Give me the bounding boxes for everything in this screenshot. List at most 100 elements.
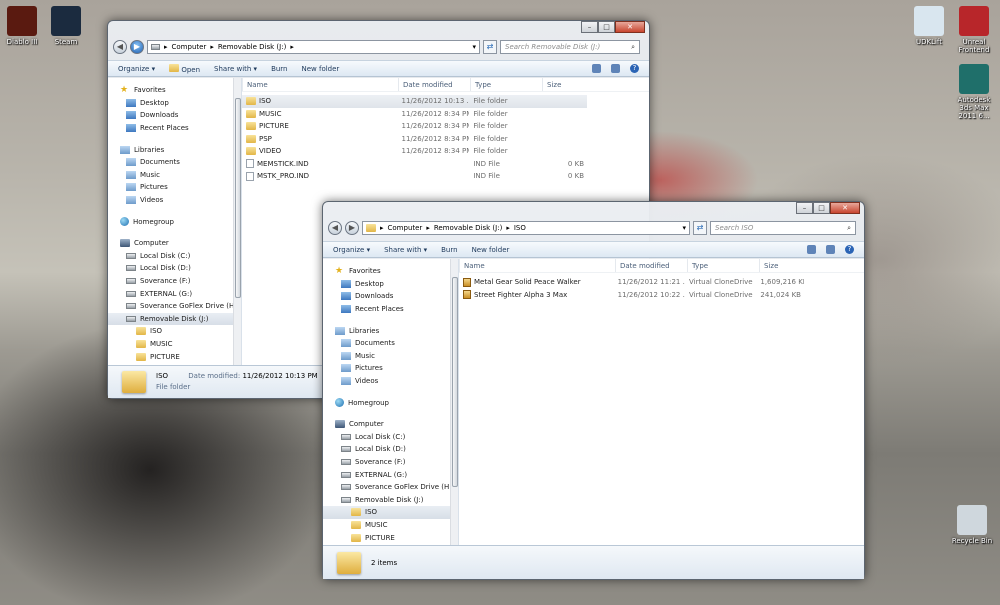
- organize-button[interactable]: Organize ▾: [118, 65, 155, 73]
- new-folder-button[interactable]: New folder: [472, 246, 510, 254]
- desktop-shortcut[interactable]: Autodesk 3ds Max 2011 6...: [952, 64, 996, 120]
- forward-button[interactable]: ▶: [130, 40, 144, 54]
- preview-pane-icon[interactable]: [826, 245, 835, 254]
- nav-item[interactable]: Music: [323, 350, 458, 363]
- nav-item[interactable]: Desktop: [108, 97, 241, 110]
- desktop-shortcut[interactable]: Recycle Bin: [950, 505, 994, 545]
- nav-item[interactable]: Computer: [323, 418, 458, 431]
- nav-item[interactable]: Local Disk (C:): [323, 431, 458, 444]
- scrollbar-thumb[interactable]: [452, 277, 458, 487]
- column-size[interactable]: Size: [759, 259, 807, 272]
- column-date-modified[interactable]: Date modified: [615, 259, 687, 272]
- file-row[interactable]: ISO 11/26/2012 10:13 ... File folder: [242, 95, 587, 108]
- nav-item[interactable]: Removable Disk (J:): [323, 494, 458, 507]
- file-row[interactable]: MUSIC 11/26/2012 8:34 PM File folder: [242, 108, 587, 121]
- burn-button[interactable]: Burn: [271, 65, 287, 73]
- open-button[interactable]: Open: [169, 63, 200, 74]
- nav-item[interactable]: ★ Favorites: [108, 84, 241, 97]
- help-icon[interactable]: ?: [845, 245, 854, 254]
- nav-item[interactable]: Documents: [323, 337, 458, 350]
- desktop-shortcut[interactable]: Unreal Frontend: [952, 6, 996, 54]
- nav-item[interactable]: Pictures: [323, 362, 458, 375]
- nav-item[interactable]: Downloads: [108, 109, 241, 122]
- column-type[interactable]: Type: [687, 259, 759, 272]
- nav-item[interactable]: ISO: [323, 506, 458, 519]
- nav-item[interactable]: Local Disk (D:): [323, 443, 458, 456]
- breadcrumb-iso[interactable]: ISO: [514, 224, 526, 232]
- column-date-modified[interactable]: Date modified: [398, 78, 470, 91]
- breadcrumb-removable-disk[interactable]: Removable Disk (J:): [218, 43, 286, 51]
- nav-item[interactable]: Recent Places: [323, 303, 458, 316]
- view-options-icon[interactable]: [807, 245, 816, 254]
- column-size[interactable]: Size: [542, 78, 588, 91]
- column-name[interactable]: Name: [459, 259, 615, 272]
- view-options-icon[interactable]: [592, 64, 601, 73]
- share-with-button[interactable]: Share with ▾: [384, 246, 427, 254]
- preview-pane-icon[interactable]: [611, 64, 620, 73]
- nav-item[interactable]: Soverance GoFlex Drive (H:): [108, 300, 241, 313]
- refresh-button[interactable]: ⇄: [483, 40, 497, 54]
- close-button[interactable]: ✕: [830, 202, 860, 214]
- nav-item[interactable]: ISO: [108, 325, 241, 338]
- nav-item[interactable]: Music: [108, 169, 241, 182]
- nav-item[interactable]: Homegroup: [108, 215, 241, 228]
- explorer-window-iso[interactable]: – □ ✕ ◀ ▶ ▸ Computer ▸ Removable Disk (J…: [322, 201, 865, 580]
- nav-item[interactable]: Pictures: [108, 181, 241, 194]
- breadcrumb-computer[interactable]: Computer: [388, 224, 423, 232]
- navigation-scrollbar[interactable]: [233, 78, 241, 366]
- address-dropdown-icon[interactable]: ▾: [682, 224, 686, 232]
- maximize-button[interactable]: □: [813, 202, 830, 214]
- file-row[interactable]: PICTURE 11/26/2012 8:34 PM File folder: [242, 120, 587, 133]
- desktop-shortcut[interactable]: UDKLift: [907, 6, 951, 46]
- scrollbar-thumb[interactable]: [235, 98, 241, 298]
- address-bar[interactable]: ▸ Computer ▸ Removable Disk (J:) ▸ ISO ▾: [362, 221, 690, 235]
- file-row[interactable]: Metal Gear Solid Peace Walker 11/26/2012 …: [459, 276, 804, 289]
- nav-item[interactable]: Computer: [108, 237, 241, 250]
- nav-item[interactable]: Homegroup: [323, 396, 458, 409]
- minimize-button[interactable]: –: [796, 202, 813, 214]
- burn-button[interactable]: Burn: [441, 246, 457, 254]
- minimize-button[interactable]: –: [581, 21, 598, 33]
- refresh-button[interactable]: ⇄: [693, 221, 707, 235]
- nav-item[interactable]: MUSIC: [108, 338, 241, 351]
- maximize-button[interactable]: □: [598, 21, 615, 33]
- new-folder-button[interactable]: New folder: [302, 65, 340, 73]
- breadcrumb-removable-disk[interactable]: Removable Disk (J:): [434, 224, 502, 232]
- close-button[interactable]: ✕: [615, 21, 645, 33]
- nav-item[interactable]: Local Disk (D:): [108, 262, 241, 275]
- desktop-shortcut[interactable]: Steam: [44, 6, 88, 46]
- nav-item[interactable]: PICTURE: [323, 531, 458, 544]
- file-row[interactable]: MSTK_PRO.IND IND File 0 KB: [242, 170, 587, 183]
- nav-item[interactable]: PICTURE: [108, 350, 241, 363]
- nav-item[interactable]: Libraries: [323, 324, 458, 337]
- nav-item[interactable]: Removable Disk (J:): [108, 312, 241, 326]
- file-row[interactable]: Street Fighter Alpha 3 Max 11/26/2012 10:…: [459, 289, 804, 302]
- file-row[interactable]: VIDEO 11/26/2012 8:34 PM File folder: [242, 145, 587, 158]
- forward-button[interactable]: ▶: [345, 221, 359, 235]
- nav-item[interactable]: Desktop: [323, 278, 458, 291]
- nav-item[interactable]: Soverance GoFlex Drive (H:): [323, 481, 458, 494]
- help-icon[interactable]: ?: [630, 64, 639, 73]
- organize-button[interactable]: Organize ▾: [333, 246, 370, 254]
- nav-item[interactable]: Soverance (F:): [323, 456, 458, 469]
- back-button[interactable]: ◀: [328, 221, 342, 235]
- nav-item[interactable]: Recent Places: [108, 122, 241, 135]
- nav-item[interactable]: Downloads: [323, 290, 458, 303]
- nav-item[interactable]: Documents: [108, 156, 241, 169]
- breadcrumb-computer[interactable]: Computer: [172, 43, 207, 51]
- nav-item[interactable]: MUSIC: [323, 519, 458, 532]
- file-row[interactable]: PSP 11/26/2012 8:34 PM File folder: [242, 133, 587, 146]
- nav-item[interactable]: EXTERNAL (G:): [323, 468, 458, 481]
- column-name[interactable]: Name: [242, 78, 398, 91]
- nav-item[interactable]: EXTERNAL (G:): [108, 287, 241, 300]
- nav-item[interactable]: Local Disk (C:): [108, 250, 241, 263]
- nav-item[interactable]: ★ Favorites: [323, 265, 458, 278]
- nav-item[interactable]: Videos: [323, 375, 458, 388]
- address-dropdown-icon[interactable]: ▾: [472, 43, 476, 51]
- nav-item[interactable]: Libraries: [108, 143, 241, 156]
- search-box[interactable]: Search ISO ⌕: [710, 221, 856, 235]
- back-button[interactable]: ◀: [113, 40, 127, 54]
- search-box[interactable]: Search Removable Disk (J:) ⌕: [500, 40, 640, 54]
- desktop-shortcut[interactable]: Diablo III: [0, 6, 44, 46]
- nav-item[interactable]: Videos: [108, 194, 241, 207]
